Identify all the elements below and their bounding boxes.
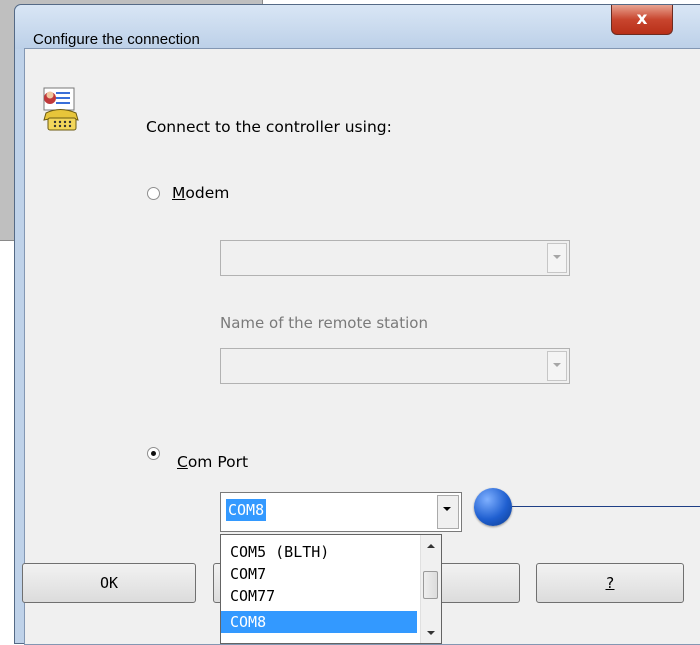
list-item-selected[interactable]: COM8 bbox=[221, 611, 417, 633]
remote-station-label: Name of the remote station bbox=[220, 314, 428, 332]
list-item[interactable]: COM7 bbox=[221, 563, 417, 585]
com-port-select[interactable]: COM8 bbox=[220, 492, 462, 532]
list-item[interactable]: COM5 (BLTH) bbox=[221, 541, 417, 563]
intro-label: Connect to the controller using: bbox=[146, 118, 392, 136]
close-button[interactable]: x bbox=[611, 5, 673, 35]
com-port-radio[interactable] bbox=[147, 447, 160, 460]
close-icon: x bbox=[636, 9, 648, 29]
chevron-down-icon[interactable] bbox=[547, 243, 567, 273]
scroll-thumb[interactable] bbox=[423, 571, 438, 599]
com-port-dropdown-list[interactable]: COM5 (BLTH) COM7 COM77 COM8 bbox=[220, 534, 442, 644]
remote-station-select[interactable] bbox=[220, 348, 570, 384]
callout-marker bbox=[474, 488, 512, 526]
help-button[interactable]: ? bbox=[536, 563, 684, 603]
title-bar: Configure the connection x bbox=[15, 5, 700, 49]
modem-device-select[interactable] bbox=[220, 240, 570, 276]
phone-icon bbox=[43, 87, 79, 131]
chevron-down-icon[interactable] bbox=[547, 351, 567, 381]
com-port-value[interactable]: COM8 bbox=[226, 499, 267, 521]
dropdown-scrollbar[interactable] bbox=[420, 535, 441, 643]
window-title: Configure the connection bbox=[33, 31, 200, 48]
modem-radio[interactable] bbox=[147, 187, 160, 200]
list-item[interactable]: COM77 bbox=[221, 585, 417, 607]
scroll-down-icon[interactable] bbox=[421, 623, 441, 643]
ok-button[interactable]: OK bbox=[22, 563, 196, 603]
callout-line bbox=[512, 506, 700, 507]
com-port-label[interactable]: Com Port bbox=[177, 453, 248, 471]
chevron-down-icon[interactable] bbox=[437, 495, 459, 529]
modem-label[interactable]: Modem bbox=[172, 184, 229, 202]
scroll-up-icon[interactable] bbox=[421, 535, 441, 555]
